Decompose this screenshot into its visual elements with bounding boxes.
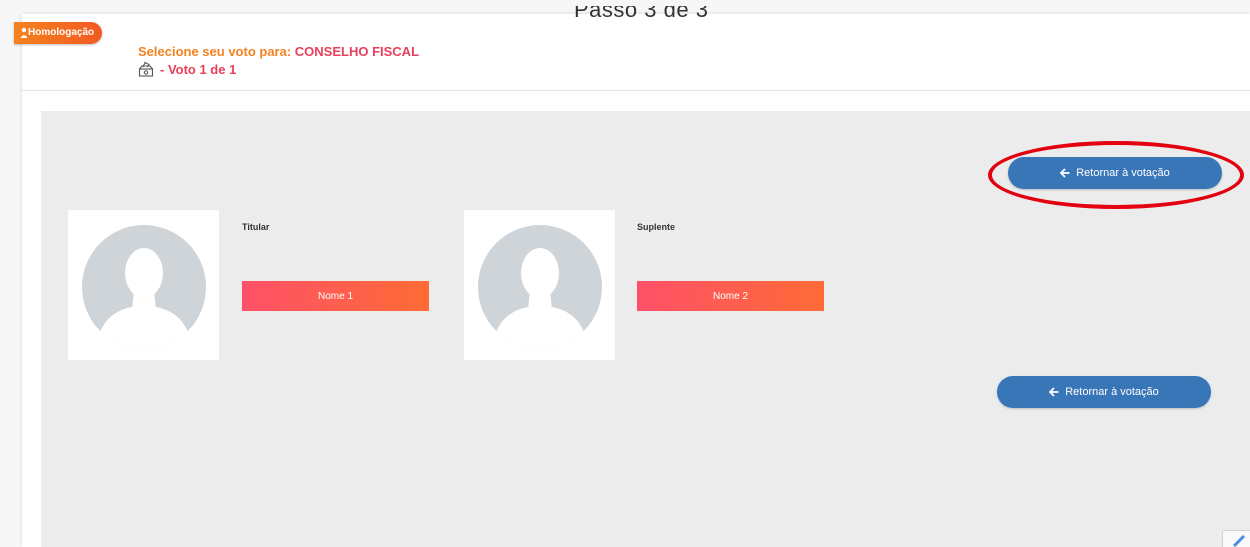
vote-selection-heading: Selecione seu voto para: CONSELHO FISCAL [138,44,419,59]
recaptcha-badge[interactable] [1222,530,1250,547]
header-divider [22,90,1250,91]
candidate-role-suplente: Suplente [637,222,676,232]
recaptcha-icon [1232,535,1246,547]
badge-label: Homologação [28,27,95,38]
arrow-left-icon [1049,387,1059,397]
step-title: Passo 3 de 3 [574,6,708,30]
step-title-text: Passo 3 de 3 [574,6,709,22]
candidate-role-titular: Titular [242,222,270,232]
selection-value: CONSELHO FISCAL [294,44,420,59]
vote-counter-line: - Voto 1 de 1 [138,61,236,77]
environment-badge: Homologação [14,22,103,44]
selection-prefix: Selecione seu voto para: [138,44,295,59]
back-button-label: Retornar à votação [1065,386,1159,398]
vote-counter: - Voto 1 de 1 [160,61,237,77]
candidate-name-button-1[interactable]: Nome 1 [242,281,429,311]
user-icon [20,27,28,38]
back-to-voting-button-bottom[interactable]: Retornar à votação [997,376,1211,408]
candidate-photo-titular [68,210,219,360]
annotation-circle [988,141,1244,209]
candidate-name-button-2[interactable]: Nome 2 [637,281,824,311]
candidate-photo-suplente [464,210,615,360]
person-silhouette-icon [478,225,602,349]
person-silhouette-icon [82,225,206,349]
ballot-box-icon [138,61,154,77]
